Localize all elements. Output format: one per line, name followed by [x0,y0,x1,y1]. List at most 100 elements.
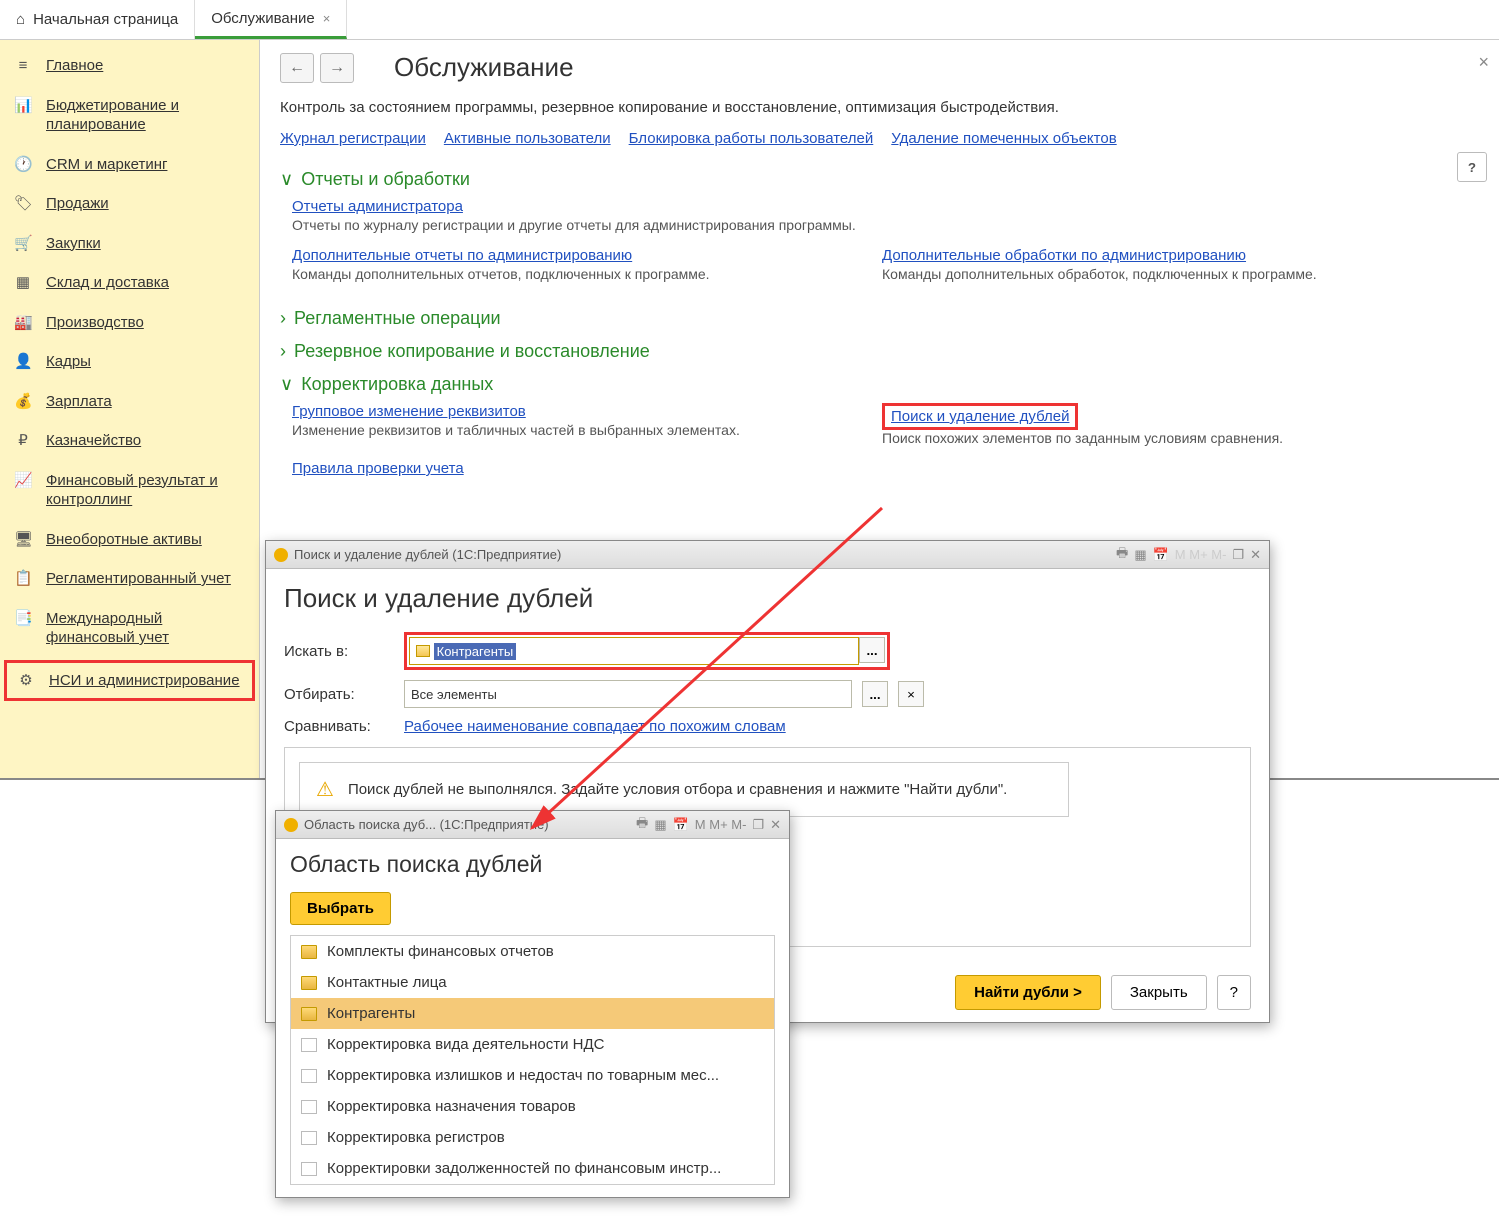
list-item[interactable]: Корректировки задолженностей по финансов… [291,1153,774,1184]
sidebar-item-5[interactable]: ▦Склад и доставка [0,263,259,303]
sidebar-item-0[interactable]: ≡Главное [0,46,259,86]
list-item[interactable]: Корректировка регистров [291,1122,774,1153]
table-icon [416,645,430,657]
dialog-help-button[interactable]: ? [1217,975,1251,1010]
desc-extra-reports: Команды дополнительных отчетов, подключе… [292,266,812,282]
sidebar-item-6[interactable]: 🏭Производство [0,303,259,343]
search-in-value[interactable]: Контрагенты [434,643,517,660]
link-extra-proc[interactable]: Дополнительные обработки по администриро… [882,247,1402,264]
dialog-heading: Поиск и удаление дублей [284,583,1251,614]
list-item[interactable]: Комплекты финансовых отчетов [291,936,774,967]
calendar-icon[interactable]: 📅 [1153,547,1169,563]
sidebar-item-4[interactable]: 🛒 Закупки [0,224,259,264]
page-desc: Контроль за состоянием программы, резерв… [280,99,1479,116]
top-link[interactable]: Удаление помеченных объектов [891,130,1116,147]
sidebar-icon: 📋 [14,569,32,589]
find-duplicates-button[interactable]: Найти дубли > [955,975,1101,1010]
grid-icon[interactable]: ▦ [654,817,666,833]
sidebar-label: Кадры [46,352,91,372]
sidebar-item-3[interactable]: 🏷Продажи [0,184,259,224]
section-backup-head[interactable]: ›Резервное копирование и восстановление [280,341,1479,362]
section-reports-head[interactable]: ∨Отчеты и обработки [280,169,1479,190]
sidebar-label: Производство [46,313,144,333]
tab-home[interactable]: ⌂ Начальная страница [0,0,195,39]
folder-icon [301,1007,317,1021]
print-icon[interactable]: 🖶 [1116,544,1128,566]
sidebar-item-12[interactable]: 📋Регламентированный учет [0,559,259,599]
filter-clear-button[interactable]: × [898,681,924,707]
desc-find-duplicates: Поиск похожих элементов по заданным усло… [882,430,1402,446]
window-restore-icon[interactable]: ❐ [1232,547,1244,563]
list-item-label: Корректировка регистров [327,1129,505,1146]
memory-buttons[interactable]: M M+ M- [1175,547,1227,562]
sidebar-icon: 🛒 [14,234,32,254]
section-correction-head[interactable]: ∨Корректировка данных [280,374,1479,395]
link-admin-reports[interactable]: Отчеты администратора [292,198,1479,215]
close-icon[interactable]: × [323,11,331,26]
help-button[interactable]: ? [1457,152,1487,182]
folder-icon [301,976,317,990]
document-icon [301,1069,317,1083]
sidebar: ≡Главное📊Бюджетирование и планирование🕐C… [0,40,260,778]
desc-group-change: Изменение реквизитов и табличных частей … [292,422,812,438]
link-find-duplicates[interactable]: Поиск и удаление дублей [891,408,1069,425]
memory-buttons[interactable]: M M+ M- [695,817,747,832]
chevron-right-icon: › [280,341,286,362]
list-item[interactable]: Корректировка излишков и недостач по тов… [291,1060,774,1091]
compare-link[interactable]: Рабочее наименование совпадает по похожи… [404,718,786,735]
sidebar-item-10[interactable]: 📈Финансовый результат и контроллинг [0,461,259,520]
sidebar-icon: 👤 [14,352,32,372]
sidebar-item-2[interactable]: 🕐CRM и маркетинг [0,145,259,185]
section-reglament-head[interactable]: ›Регламентные операции [280,308,1479,329]
tab-service[interactable]: Обслуживание × [195,0,347,39]
list-item-label: Корректировка излишков и недостач по тов… [327,1067,719,1084]
document-icon [301,1100,317,1114]
sidebar-label: Закупки [46,234,101,254]
sidebar-label: Зарплата [46,392,112,412]
close-page-icon[interactable]: × [1478,52,1489,73]
sidebar-icon: 📈 [14,471,32,491]
sidebar-label: Продажи [46,194,109,214]
sidebar-label: Главное [46,56,103,76]
list-item[interactable]: Корректировка назначения товаров [291,1091,774,1122]
link-check-rules[interactable]: Правила проверки учета [292,460,1479,477]
top-link[interactable]: Блокировка работы пользователей [629,130,874,147]
lookup-button[interactable]: ... [859,637,885,663]
list-item[interactable]: Контрагенты [291,998,774,1029]
sidebar-item-7[interactable]: 👤 Кадры [0,342,259,382]
nav-back-button[interactable]: ← [280,53,314,83]
close-icon[interactable]: ✕ [770,817,781,833]
sidebar-item-8[interactable]: 💰 Зарплата [0,382,259,422]
app-icon [284,818,298,832]
home-icon: ⌂ [16,11,25,28]
page-title: Обслуживание [394,52,574,83]
sidebar-icon: 📑 [14,609,32,629]
filter-value[interactable]: Все элементы [411,687,497,702]
link-group-change[interactable]: Групповое изменение реквизитов [292,403,812,420]
close-button[interactable]: Закрыть [1111,975,1207,1010]
filter-lookup-button[interactable]: ... [862,681,888,707]
sidebar-icon: 💰 [14,392,32,412]
close-icon[interactable]: ✕ [1250,547,1261,563]
sidebar-item-9[interactable]: ₽Казначейство [0,421,259,461]
list-item[interactable]: Контактные лица [291,967,774,998]
sidebar-item-1[interactable]: 📊Бюджетирование и планирование [0,86,259,145]
sidebar-label: Международный финансовый учет [46,609,245,648]
search-area-list[interactable]: Комплекты финансовых отчетовКонтактные л… [290,935,775,1185]
label-search-in: Искать в: [284,643,394,660]
nav-fwd-button[interactable]: → [320,53,354,83]
top-link[interactable]: Активные пользователи [444,130,611,147]
calendar-icon[interactable]: 📅 [673,817,689,833]
sidebar-item-14[interactable]: ⚙НСИ и администрирование [4,660,255,702]
list-item[interactable]: Корректировка вида деятельности НДС [291,1029,774,1060]
link-extra-reports[interactable]: Дополнительные отчеты по администрирован… [292,247,812,264]
top-link[interactable]: Журнал регистрации [280,130,426,147]
sidebar-item-11[interactable]: 🖥Внеоборотные активы [0,520,259,560]
sidebar-icon: 🖥 [14,530,32,550]
print-icon[interactable]: 🖶 [636,814,648,836]
select-button[interactable]: Выбрать [290,892,391,925]
sidebar-item-13[interactable]: 📑 Международный финансовый учет [0,599,259,658]
window-restore-icon[interactable]: ❐ [752,817,764,833]
grid-icon[interactable]: ▦ [1134,547,1146,563]
list-item-label: Корректировки задолженностей по финансов… [327,1160,721,1177]
